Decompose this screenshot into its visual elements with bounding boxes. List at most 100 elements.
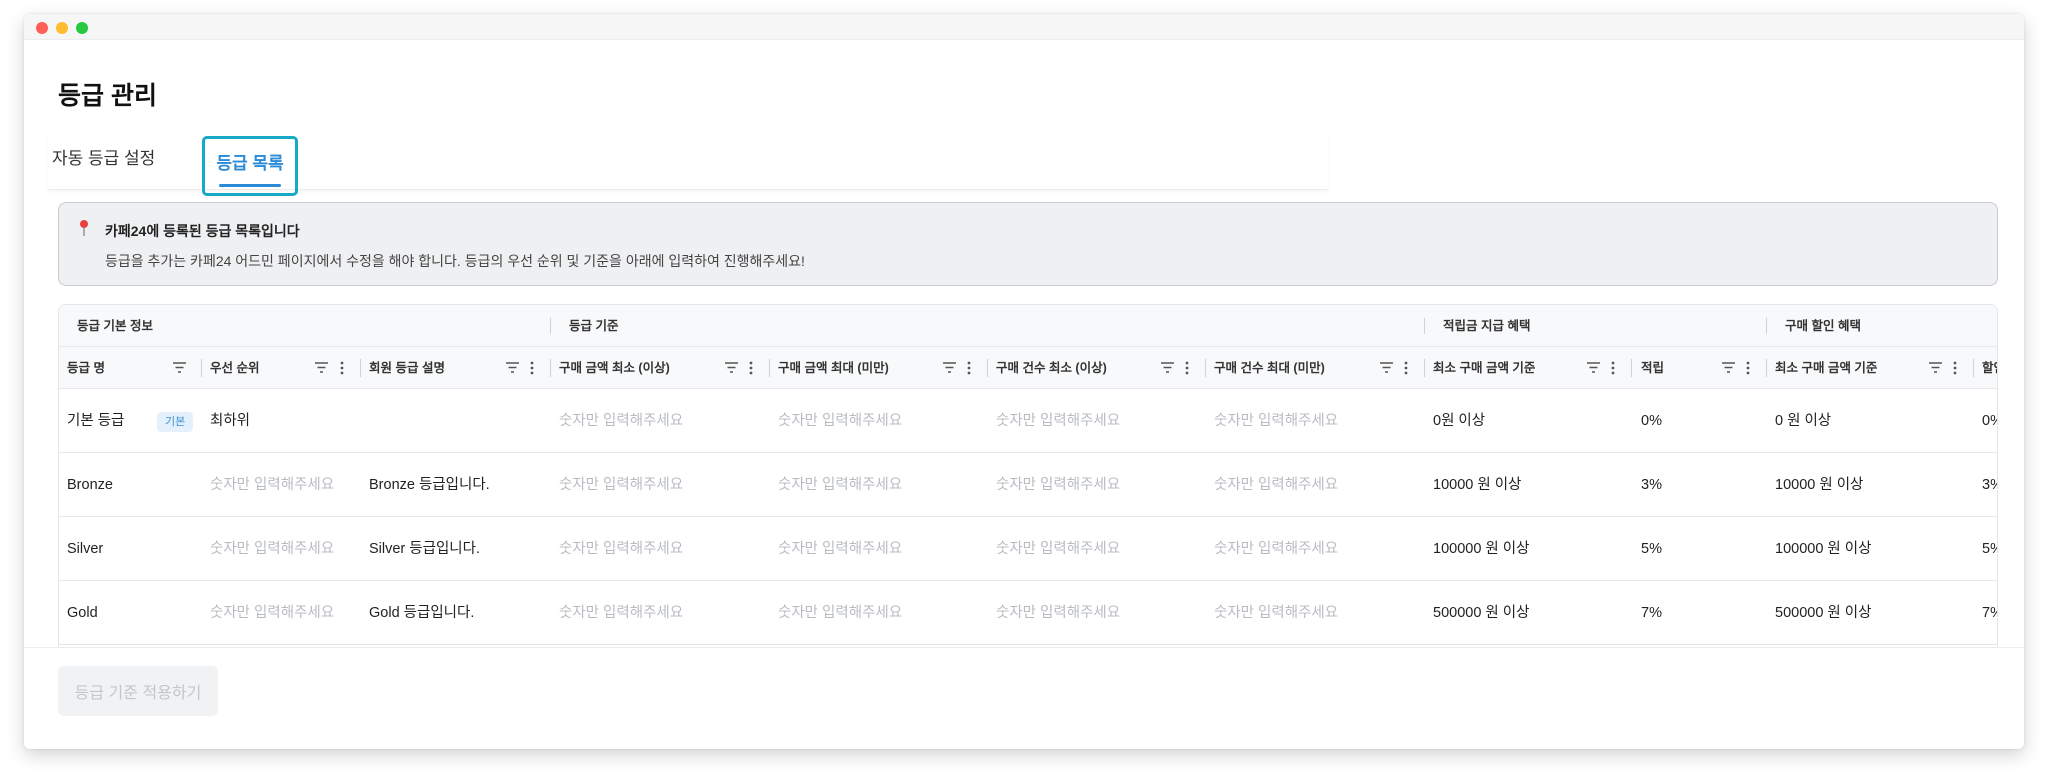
priority-input[interactable]: 숫자만 입력해주세요	[210, 453, 334, 517]
grade-name-cell: 기본 등급	[67, 413, 125, 429]
max-buy-count-input[interactable]: 숫자만 입력해주세요	[1214, 389, 1338, 453]
filter-icon[interactable]	[173, 362, 186, 373]
maximize-window-button[interactable]	[76, 22, 88, 34]
min-buy-count-input[interactable]: 숫자만 입력해주세요	[996, 517, 1120, 581]
column-header-reward-rate: 적립	[1641, 361, 1665, 375]
min-buy-amount-input[interactable]: 숫자만 입력해주세요	[559, 517, 683, 581]
discount-min-amount-cell: 10000 원 이상	[1775, 477, 1864, 493]
description-cell[interactable]: Silver 등급입니다.	[369, 517, 480, 581]
reward-min-amount-cell: 10000 원 이상	[1433, 477, 1522, 493]
more-vertical-icon[interactable]	[1953, 361, 1957, 375]
column-divider	[1205, 359, 1206, 377]
filter-icon[interactable]	[1722, 362, 1735, 373]
column-divider	[1631, 359, 1632, 377]
column-divider	[1424, 359, 1425, 377]
filter-icon[interactable]	[1929, 362, 1942, 373]
page-title: 등급 관리	[58, 82, 157, 110]
table-row[interactable]: 기본 등급 기본 최하위 숫자만 입력해주세요 숫자만 입력해주세요 숫자만 입…	[59, 389, 1997, 453]
column-header-min-buy-amount: 구매 금액 최소 (이상)	[559, 361, 670, 375]
column-header-discount-min-amount: 최소 구매 금액 기준	[1775, 361, 1878, 375]
column-header-priority: 우선 순위	[210, 361, 260, 375]
notice-banner: 카페24에 등록된 등급 목록입니다 등급을 추가는 카페24 어드민 페이지에…	[58, 202, 1998, 286]
tab-bar: 자동 등급 설정 등급 목록	[48, 134, 1328, 196]
table-row[interactable]: Bronze 숫자만 입력해주세요 Bronze 등급입니다. 숫자만 입력해주…	[59, 453, 1997, 517]
min-buy-amount-input[interactable]: 숫자만 입력해주세요	[559, 453, 683, 517]
window-titlebar	[24, 14, 2024, 40]
priority-input[interactable]: 숫자만 입력해주세요	[210, 581, 334, 645]
footer-bar: 등급 기준 적용하기	[24, 647, 2024, 749]
priority-cell[interactable]: 최하위	[210, 389, 250, 453]
reward-min-amount-cell: 0원 이상	[1433, 413, 1486, 429]
group-basic-info: 등급 기본 정보	[77, 319, 153, 333]
column-header-description: 회원 등급 설명	[369, 361, 445, 375]
group-discount-benefit: 구매 할인 혜택	[1785, 319, 1861, 333]
max-buy-count-input[interactable]: 숫자만 입력해주세요	[1214, 453, 1338, 517]
default-badge: 기본	[157, 412, 194, 432]
column-divider	[550, 359, 551, 377]
filter-icon[interactable]	[1587, 362, 1600, 373]
column-divider	[1424, 318, 1425, 334]
table-row[interactable]: Silver 숫자만 입력해주세요 Silver 등급입니다. 숫자만 입력해주…	[59, 517, 1997, 581]
max-buy-amount-input[interactable]: 숫자만 입력해주세요	[778, 581, 902, 645]
discount-min-amount-cell: 500000 원 이상	[1775, 605, 1872, 621]
column-divider	[987, 359, 988, 377]
more-vertical-icon[interactable]	[1404, 361, 1408, 375]
reward-rate-cell: 0%	[1641, 413, 1662, 429]
filter-icon[interactable]	[506, 362, 519, 373]
min-buy-amount-input[interactable]: 숫자만 입력해주세요	[559, 389, 683, 453]
grade-name-cell: Silver	[67, 541, 104, 557]
app-window: 등급 관리 자동 등급 설정 등급 목록 카페24에 등록된 등급 목록입니다 …	[24, 14, 2024, 749]
filter-icon[interactable]	[725, 362, 738, 373]
more-vertical-icon[interactable]	[967, 361, 971, 375]
more-vertical-icon[interactable]	[749, 361, 753, 375]
min-buy-count-input[interactable]: 숫자만 입력해주세요	[996, 389, 1120, 453]
min-buy-count-input[interactable]: 숫자만 입력해주세요	[996, 581, 1120, 645]
notice-description: 등급을 추가는 카페24 어드민 페이지에서 수정을 해야 합니다. 등급의 우…	[105, 253, 805, 269]
discount-rate-cell: 7%	[1982, 605, 1997, 621]
description-cell[interactable]: Gold 등급입니다.	[369, 581, 474, 645]
reward-rate-cell: 5%	[1641, 541, 1662, 557]
column-divider	[201, 359, 202, 377]
more-vertical-icon[interactable]	[340, 361, 344, 375]
pin-icon	[80, 220, 88, 236]
tab-grade-list[interactable]: 등급 목록	[202, 136, 298, 196]
discount-rate-cell: 5%	[1982, 541, 1997, 557]
max-buy-count-input[interactable]: 숫자만 입력해주세요	[1214, 581, 1338, 645]
min-buy-amount-input[interactable]: 숫자만 입력해주세요	[559, 581, 683, 645]
max-buy-amount-input[interactable]: 숫자만 입력해주세요	[778, 389, 902, 453]
reward-rate-cell: 7%	[1641, 605, 1662, 621]
close-window-button[interactable]	[36, 22, 48, 34]
table-row[interactable]: Gold 숫자만 입력해주세요 Gold 등급입니다. 숫자만 입력해주세요 숫…	[59, 581, 1997, 645]
more-vertical-icon[interactable]	[530, 361, 534, 375]
priority-input[interactable]: 숫자만 입력해주세요	[210, 517, 334, 581]
filter-icon[interactable]	[1380, 362, 1393, 373]
discount-rate-cell: 3%	[1982, 477, 1997, 493]
grade-name-cell: Bronze	[67, 477, 113, 493]
minimize-window-button[interactable]	[56, 22, 68, 34]
max-buy-count-input[interactable]: 숫자만 입력해주세요	[1214, 517, 1338, 581]
filter-icon[interactable]	[315, 362, 328, 373]
more-vertical-icon[interactable]	[1185, 361, 1189, 375]
column-header-max-buy-count: 구매 건수 최대 (미만)	[1214, 361, 1325, 375]
filter-icon[interactable]	[943, 362, 956, 373]
column-header-discount-rate: 할인	[1982, 361, 1997, 375]
active-tab-indicator	[219, 184, 281, 187]
table-group-header: 등급 기본 정보 등급 기준 적립금 지급 혜택 구매 할인 혜택	[59, 305, 1997, 347]
description-cell[interactable]: Bronze 등급입니다.	[369, 453, 490, 517]
more-vertical-icon[interactable]	[1746, 361, 1750, 375]
reward-rate-cell: 3%	[1641, 477, 1662, 493]
more-vertical-icon[interactable]	[1611, 361, 1615, 375]
discount-min-amount-cell: 0 원 이상	[1775, 413, 1832, 429]
discount-rate-cell: 0%	[1982, 413, 1997, 429]
min-buy-count-input[interactable]: 숫자만 입력해주세요	[996, 453, 1120, 517]
max-buy-amount-input[interactable]: 숫자만 입력해주세요	[778, 453, 902, 517]
grade-name-cell: Gold	[67, 605, 98, 621]
column-divider	[1973, 359, 1974, 377]
column-header-min-buy-count: 구매 건수 최소 (이상)	[996, 361, 1107, 375]
reward-min-amount-cell: 100000 원 이상	[1433, 541, 1530, 557]
tab-auto-grade-settings[interactable]: 자동 등급 설정	[52, 134, 162, 190]
filter-icon[interactable]	[1161, 362, 1174, 373]
tab-grade-list-label: 등급 목록	[216, 154, 284, 173]
max-buy-amount-input[interactable]: 숫자만 입력해주세요	[778, 517, 902, 581]
apply-grade-criteria-button[interactable]: 등급 기준 적용하기	[58, 666, 218, 716]
